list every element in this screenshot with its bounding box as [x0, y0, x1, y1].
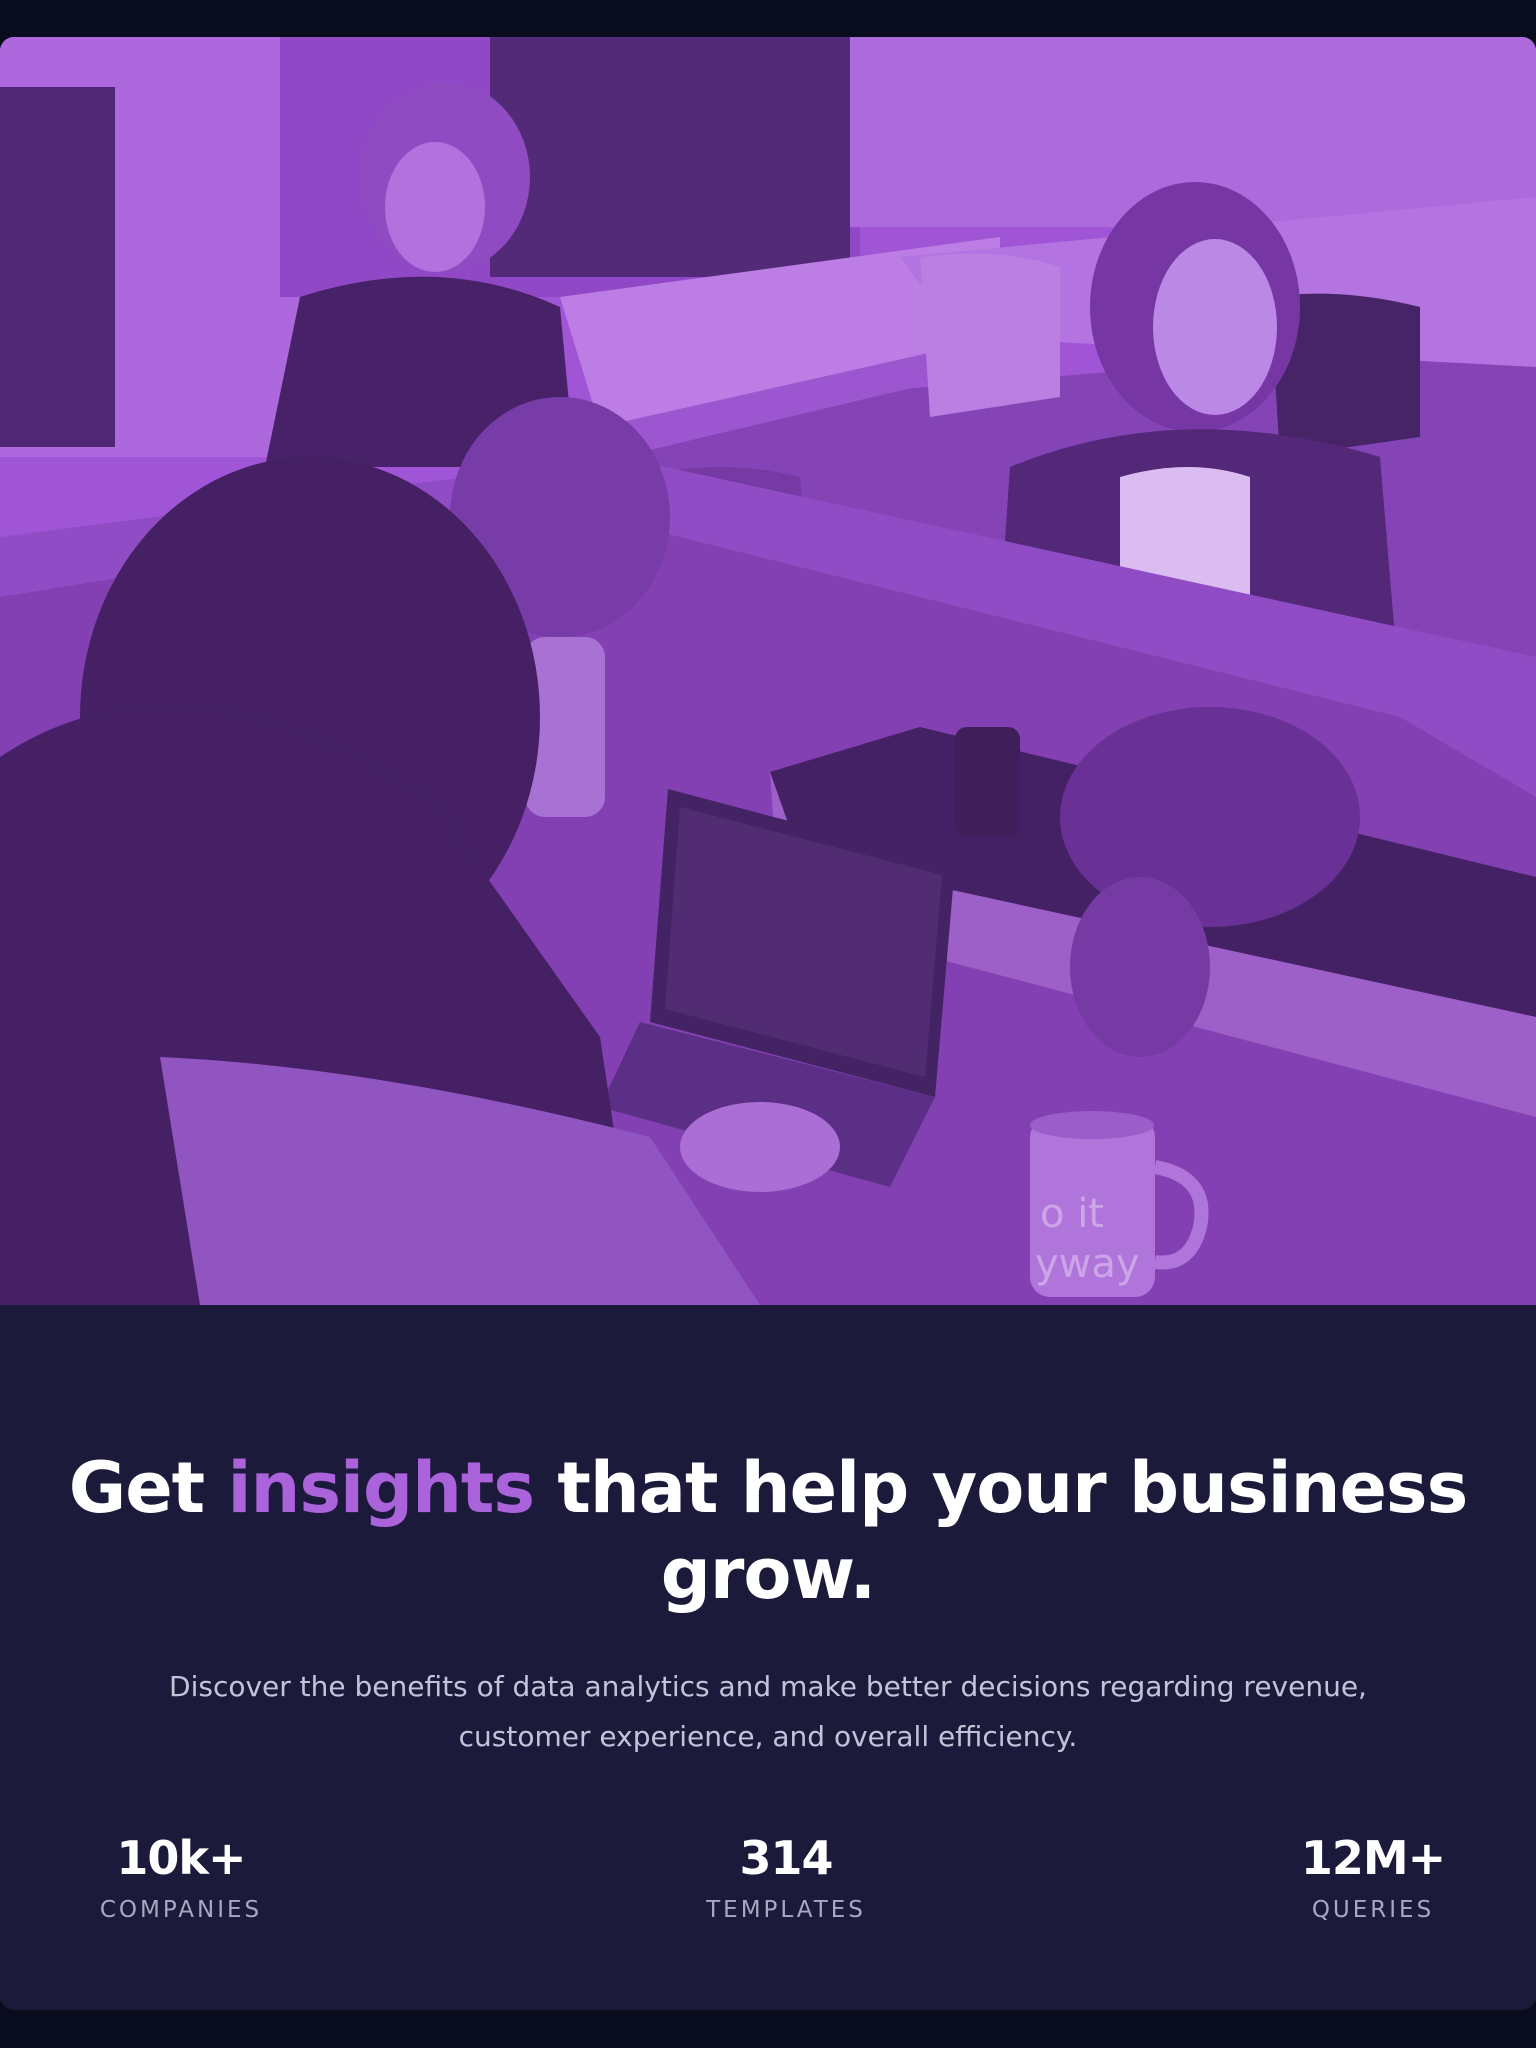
- stat-queries: 12M+ QUERIES: [1223, 1830, 1523, 1924]
- headline-part1: Get: [68, 1447, 228, 1529]
- stat-value: 314: [739, 1831, 833, 1885]
- stat-value: 12M+: [1300, 1831, 1446, 1885]
- insights-card: o it yway Get insights that help your bu…: [0, 37, 1536, 2010]
- headline: Get insights that help your business gro…: [0, 1445, 1536, 1617]
- stat-label: QUERIES: [1311, 1897, 1435, 1923]
- headline-part2: that help your business grow.: [534, 1447, 1468, 1615]
- hero-image: o it yway: [0, 37, 1536, 1305]
- description-text: Discover the benefits of data analytics …: [169, 1670, 1367, 1753]
- office-team-photo-icon: o it yway: [0, 37, 1536, 1305]
- stat-companies: 10k+ COMPANIES: [31, 1830, 331, 1924]
- headline-accent: insights: [227, 1447, 536, 1529]
- stat-templates: 314 TEMPLATES: [636, 1830, 936, 1924]
- stat-value: 10k+: [116, 1831, 246, 1885]
- stat-label: COMPANIES: [99, 1897, 263, 1923]
- insights-section: Get insights that help your business gro…: [0, 1305, 1536, 2010]
- stat-label: TEMPLATES: [706, 1897, 866, 1923]
